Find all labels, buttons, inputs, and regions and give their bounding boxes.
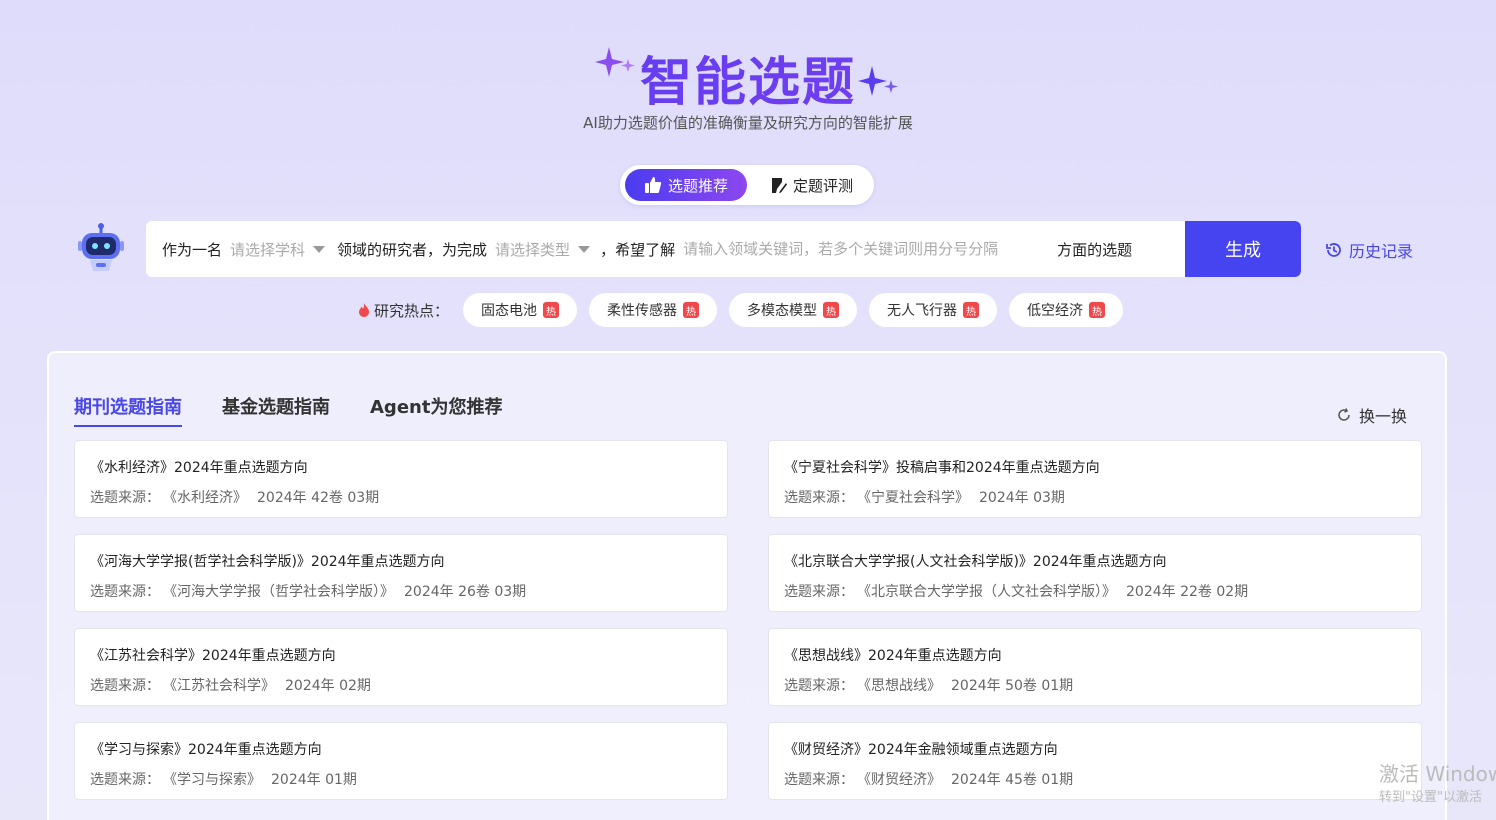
topic-card-title: 《北京联合大学学报(人文社会科学版)》2024年重点选题方向	[784, 554, 1167, 570]
hot-topic-chip[interactable]: 固态电池热	[463, 293, 578, 327]
refresh-icon	[1338, 408, 1350, 421]
topic-evaluate-label: 定题评测	[792, 176, 853, 195]
thumbs-up-icon	[644, 177, 662, 193]
topic-card-title: 《河海大学学报(哲学社会科学版)》2024年重点选题方向	[90, 554, 445, 570]
hot-topics-row: 研究热点： 固态电池热 柔性传感器热 多模态模型热 无人飞行器热 低空经济热	[358, 293, 1135, 327]
topic-card-title: 《学习与探索》2024年重点选题方向	[90, 742, 322, 758]
activation-watermark: 激活 Window	[1379, 762, 1496, 786]
topic-card-title: 《江苏社会科学》2024年重点选题方向	[90, 648, 336, 664]
activation-watermark-hint: 转到"设置"以激活	[1379, 790, 1482, 805]
topic-card-source: 选题来源： 《河海大学学报（哲学社会科学版）》 2024年 26卷 03期	[90, 584, 527, 600]
topic-card[interactable]: 《水利经济》2024年重点选题方向 选题来源： 《水利经济》 2024年 42卷 0…	[74, 440, 728, 518]
keyword-input[interactable]	[683, 240, 1048, 258]
topic-card[interactable]: 《财贸经济》2024年金融领域重点选题方向 选题来源： 《财贸经济》 2024年 4…	[768, 722, 1422, 800]
query-middle-text: 领域的研究者，为完成	[337, 240, 488, 259]
query-prefix: 作为一名	[162, 240, 223, 259]
topic-card-source: 选题来源： 《北京联合大学学报（人文社会科学版）》 2024年 22卷 02期	[784, 584, 1249, 600]
topic-recommend-label: 选题推荐	[667, 176, 728, 195]
history-clock-icon	[1326, 243, 1341, 257]
hot-badge: 热	[823, 302, 840, 318]
robot-avatar-icon	[78, 223, 124, 271]
topic-card-title: 《宁夏社会科学》投稿启事和2024年重点选题方向	[784, 460, 1100, 476]
topic-card-title: 《思想战线》2024年重点选题方向	[784, 648, 1002, 664]
refresh-button[interactable]: 换一换	[1337, 403, 1407, 427]
hot-topic-chip[interactable]: 多模态模型热	[729, 293, 858, 327]
topic-card-source: 选题来源： 《思想战线》 2024年 50卷 01期	[784, 678, 1074, 694]
subject-select-placeholder: 请选择学科	[230, 240, 306, 259]
mode-switch: 选题推荐 定题评测	[620, 165, 874, 205]
topic-card-source: 选题来源： 《财贸经济》 2024年 45卷 01期	[784, 772, 1074, 788]
topic-card[interactable]: 《河海大学学报(哲学社会科学版)》2024年重点选题方向 选题来源： 《河海大学学…	[74, 534, 728, 612]
topic-card-title: 《水利经济》2024年重点选题方向	[90, 460, 308, 476]
guide-tabs: 期刊选题指南 基金选题指南 Agent为您推荐	[74, 393, 502, 427]
topic-card-source: 选题来源： 《学习与探索》 2024年 01期	[90, 772, 357, 788]
topic-card[interactable]: 《思想战线》2024年重点选题方向 选题来源： 《思想战线》 2024年 50卷 0…	[768, 628, 1422, 706]
guide-panel: 期刊选题指南 基金选题指南 Agent为您推荐 换一换 《水利经济》2024年重…	[47, 351, 1447, 820]
hot-topic-chip[interactable]: 无人飞行器热	[869, 293, 998, 327]
page-title: 智能选题	[0, 40, 1496, 115]
fire-icon	[359, 303, 369, 317]
hot-badge: 热	[963, 302, 980, 318]
chevron-down-icon	[313, 245, 326, 253]
hot-topic-chip[interactable]: 低空经济热	[1009, 293, 1124, 327]
hot-badge: 热	[543, 302, 560, 318]
type-select-placeholder: 请选择类型	[495, 240, 571, 259]
hot-badge: 热	[683, 302, 700, 318]
hot-topic-chip[interactable]: 柔性传感器热	[589, 293, 718, 327]
history-link[interactable]: 历史记录	[1325, 238, 1413, 262]
topic-card-source: 选题来源： 《江苏社会科学》 2024年 02期	[90, 678, 371, 694]
topic-card[interactable]: 《宁夏社会科学》投稿启事和2024年重点选题方向 选题来源： 《宁夏社会科学》 20…	[768, 440, 1422, 518]
topic-recommend-button[interactable]: 选题推荐	[625, 169, 747, 201]
topic-card-title: 《财贸经济》2024年金融领域重点选题方向	[784, 742, 1058, 758]
topic-card[interactable]: 《北京联合大学学报(人文社会科学版)》2024年重点选题方向 选题来源： 《北京联…	[768, 534, 1422, 612]
subject-select[interactable]: 请选择学科	[230, 239, 326, 260]
query-hope-text: ，希望了解	[600, 240, 676, 259]
topic-evaluate-button[interactable]: 定题评测	[756, 169, 868, 201]
page-subtitle: AI助力选题价值的准确衡量及研究方向的智能扩展	[583, 114, 913, 132]
sparkle-right-icon	[858, 66, 898, 96]
type-select[interactable]: 请选择类型	[495, 239, 591, 260]
topic-card-source: 选题来源： 《水利经济》 2024年 42卷 03期	[90, 490, 380, 506]
tab-journal-guide[interactable]: 期刊选题指南	[74, 393, 182, 427]
hot-badge: 热	[1089, 302, 1106, 318]
document-edit-icon	[771, 177, 787, 193]
topic-card[interactable]: 《学习与探索》2024年重点选题方向 选题来源： 《学习与探索》 2024年 01期	[74, 722, 728, 800]
topic-card[interactable]: 《江苏社会科学》2024年重点选题方向 选题来源： 《江苏社会科学》 2024年 0…	[74, 628, 728, 706]
chevron-down-icon	[578, 245, 591, 253]
refresh-label: 换一换	[1358, 407, 1407, 426]
generate-button[interactable]: 生成	[1185, 221, 1301, 277]
hot-topics-label: 研究热点：	[358, 300, 449, 321]
history-label: 历史记录	[1349, 242, 1414, 261]
query-suffix: 方面的选题	[1057, 240, 1133, 259]
topic-query-bar: 作为一名 请选择学科 领域的研究者，为完成 请选择类型 ，希望了解 方面的选题 …	[146, 221, 1301, 277]
topic-card-source: 选题来源： 《宁夏社会科学》 2024年 03期	[784, 490, 1065, 506]
tab-agent-recommend[interactable]: Agent为您推荐	[370, 393, 502, 427]
tab-fund-guide[interactable]: 基金选题指南	[222, 393, 330, 427]
